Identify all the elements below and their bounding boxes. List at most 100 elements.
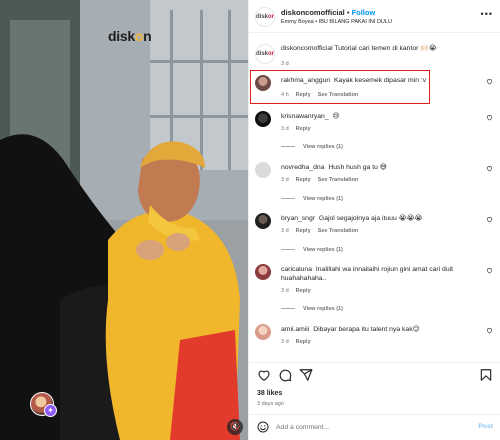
view-replies-label: View replies (1) [303,196,343,202]
comment-time: 3 d [281,126,289,132]
comment-meta: 3 d Reply [281,288,318,294]
see-translation-button[interactable]: See Translation [318,177,359,183]
heart-icon[interactable] [486,165,493,172]
reply-button[interactable]: Reply [296,288,311,294]
comment-body: 😢 [332,113,340,120]
replies-divider [281,308,295,310]
view-replies-button[interactable]: View replies (1) [281,196,343,202]
post-caption: diskon diskoncomofficial Tutorial cari t… [255,43,495,69]
commenter-avatar[interactable] [255,162,271,178]
diskon-watermark-logo: diskon [108,28,152,44]
instagram-post-modal: diskon ✦ 🔇 diskon diskoncomofficial • Fo… [0,0,500,440]
replies-divider [281,249,295,251]
comment-text: novredha_dna Hush hush ga tu 😅 [281,163,477,172]
comment-meta: 3 d Reply See Translation [281,177,365,183]
caption-avatar[interactable]: diskon [255,44,275,64]
comment-body: Gajol segajolnya aja ituuu 😭😭😭 [318,215,423,222]
comment-text: amii.amiii Dibayar berapa itu talent nya… [281,325,477,334]
comment-time: 3 d [281,228,289,234]
view-replies-button[interactable]: View replies (1) [281,144,343,150]
avatar-text-part-b: on [268,14,275,20]
muted-speaker-icon[interactable]: 🔇 [227,419,243,435]
add-comment-bar: Post [249,414,500,440]
comment-time: 3 d [281,339,289,345]
post-header: diskon diskoncomofficial • Follow Emmy B… [249,0,500,33]
bookmark-icon[interactable] [479,368,493,382]
comment-input[interactable] [276,419,456,435]
caption-avatar-text-b: on [268,51,275,57]
video-frame-illustration [0,0,248,440]
follow-button[interactable]: Follow [352,8,376,17]
heart-icon[interactable] [486,78,493,85]
comment-meta: 3 d Reply [281,126,318,132]
reply-button[interactable]: Reply [296,339,311,345]
comments-list[interactable]: diskon diskoncomofficial Tutorial cari t… [249,35,500,362]
heart-icon[interactable] [486,267,493,274]
reel-badge-icon: ✦ [44,404,57,417]
view-replies-label: View replies (1) [303,306,343,312]
post-date: 3 days ago [257,401,284,407]
comment-text: caricaluna Inalillahi wa innailaihi roji… [281,265,477,283]
share-icon[interactable] [299,368,313,382]
view-replies-button[interactable]: View replies (1) [281,247,343,253]
comment-username[interactable]: krisnawanryan_ [281,113,329,120]
see-translation-button[interactable]: See Translation [318,92,359,98]
comment-body: Dibayar berapa itu talent nya kak😉 [313,326,420,333]
avatar-text-part-a: disk [256,14,269,20]
reel-video[interactable]: diskon ✦ 🔇 [0,0,248,440]
comment-text: rakhma_anggun Kayak kesemek dipasar min … [281,76,477,85]
see-translation-button[interactable]: See Translation [318,228,359,234]
post-comment-button[interactable]: Post [478,423,493,430]
comment-username[interactable]: caricaluna [281,266,312,273]
commenter-avatar[interactable] [255,213,271,229]
comment-meta: 3 d Reply [281,339,318,345]
caption-username[interactable]: diskoncomofficial [281,45,333,52]
post-side-panel: diskon diskoncomofficial • Follow Emmy B… [248,0,500,440]
commenter-avatar[interactable] [255,324,271,340]
comment-username[interactable]: rakhma_anggun [281,77,330,84]
replies-divider [281,146,295,148]
comment-username[interactable]: amii.amiii [281,326,309,333]
comment-time: 3 d [281,177,289,183]
heart-icon[interactable] [257,368,271,382]
comment-username[interactable]: bryan_sngr [281,215,315,222]
commenter-avatar[interactable] [255,264,271,280]
comment-body: Hush hush ga tu 😅 [328,164,387,171]
comment-text: krisnawanryan_ 😢 [281,112,477,121]
reply-button[interactable]: Reply [296,177,311,183]
watermark-text-accent: o [134,28,144,44]
post-actions: 38 likes 3 days ago [249,362,500,412]
watermark-text-main: disk [108,28,135,44]
heart-icon[interactable] [486,216,493,223]
comment-meta: 4 h Reply See Translation [281,92,365,98]
comment-time: 4 h [281,92,289,98]
reply-button[interactable]: Reply [296,92,311,98]
comment-username[interactable]: novredha_dna [281,164,324,171]
watermark-text-end: n [143,28,152,44]
caption-text: diskoncomofficial Tutorial cari temen di… [281,44,437,52]
reply-button[interactable]: Reply [296,126,311,132]
view-replies-label: View replies (1) [303,144,343,150]
like-count[interactable]: 38 likes [257,390,282,397]
comment-text: bryan_sngr Gajol segajolnya aja ituuu 😭😭… [281,214,477,223]
header-username[interactable]: diskoncomofficial [281,8,345,17]
replies-divider [281,198,295,200]
audio-attribution[interactable]: Emmy Boyea • IBU BILANG PAKAI INI DULU [281,19,392,25]
header-separator: • [344,8,352,17]
more-horizontal-icon[interactable]: ••• [481,9,493,19]
caption-body: Tutorial cari temen di kantor 🙌🏻😭 [334,45,437,52]
heart-icon[interactable] [486,114,493,121]
comment-icon[interactable] [278,368,292,382]
heart-icon[interactable] [486,327,493,334]
emoji-icon[interactable] [257,421,269,433]
profile-avatar[interactable]: diskon [255,7,275,27]
comment-meta: 3 d Reply See Translation [281,228,365,234]
commenter-avatar[interactable] [255,75,271,91]
header-user-line: diskoncomofficial • Follow [281,8,375,17]
view-replies-button[interactable]: View replies (1) [281,306,343,312]
comment-time: 3 d [281,288,289,294]
commenter-avatar[interactable] [255,111,271,127]
comment-body: Kayak kesemek dipasar min :v [334,77,427,84]
reply-button[interactable]: Reply [296,228,311,234]
view-replies-label: View replies (1) [303,247,343,253]
